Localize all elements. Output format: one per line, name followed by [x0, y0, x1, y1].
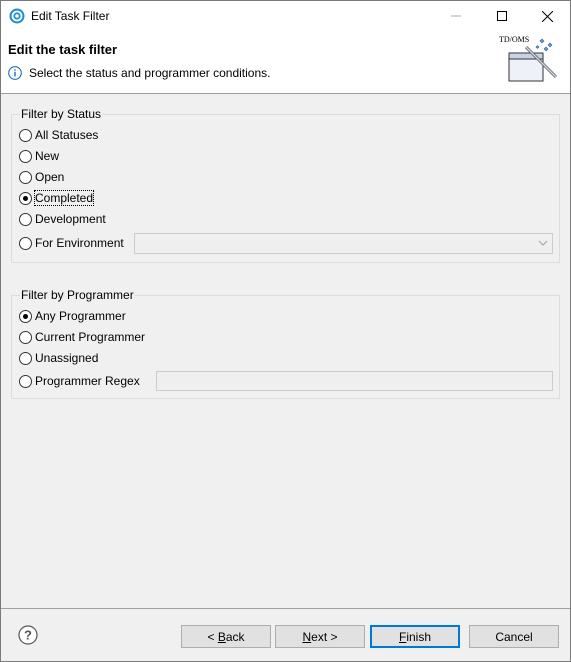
dialog-window: Edit Task Filter Edit the task filter Se…	[0, 0, 571, 662]
banner-graphic-caption: TD/OMS	[499, 35, 529, 44]
radio-button-selected[interactable]	[19, 191, 32, 205]
next-button-mnemonic: N	[302, 629, 312, 644]
radio-label: Completed	[33, 190, 95, 206]
help-icon[interactable]: ?	[18, 625, 38, 645]
radio-button[interactable]	[19, 236, 32, 250]
radio-button-selected[interactable]	[19, 309, 32, 323]
programmer-filter-group: Filter by Programmer Any Programmer Curr…	[11, 288, 560, 399]
radio-label: New	[35, 149, 60, 163]
chevron-down-icon	[538, 240, 548, 246]
radio-button[interactable]	[19, 149, 32, 163]
status-option-all[interactable]: All Statuses	[19, 127, 98, 143]
window-title: Edit Task Filter	[31, 9, 110, 23]
programmer-option-any[interactable]: Any Programmer	[19, 308, 126, 324]
finish-button[interactable]: Finish	[370, 625, 460, 648]
back-button-prefix: <	[207, 629, 218, 644]
programmer-group-label: Filter by Programmer	[20, 288, 135, 302]
maximize-button[interactable]	[479, 1, 525, 31]
status-option-completed[interactable]: Completed	[19, 190, 95, 206]
app-icon	[9, 8, 25, 24]
radio-button[interactable]	[19, 128, 32, 142]
radio-button[interactable]	[19, 374, 32, 388]
info-icon	[8, 66, 22, 80]
close-button[interactable]	[524, 1, 570, 31]
status-option-development[interactable]: Development	[19, 211, 106, 227]
wizard-header: Edit the task filter Select the status a…	[1, 31, 570, 94]
radio-label: Programmer Regex	[35, 374, 140, 388]
close-icon	[541, 10, 553, 22]
cancel-button-label: Cancel	[495, 629, 533, 644]
minimize-icon	[451, 15, 461, 17]
next-button-rest: ext >	[311, 629, 338, 644]
programmer-option-current[interactable]: Current Programmer	[19, 329, 145, 345]
radio-label: Unassigned	[35, 351, 99, 365]
next-button[interactable]: Next >	[275, 625, 365, 648]
footer-separator	[1, 608, 570, 609]
radio-button[interactable]	[19, 170, 32, 184]
environment-select[interactable]	[134, 233, 553, 254]
status-option-for-environment[interactable]: For Environment	[19, 235, 124, 251]
status-filter-group: Filter by Status All Statuses New Open C…	[11, 107, 560, 263]
status-option-open[interactable]: Open	[19, 169, 64, 185]
back-button-rest: ack	[225, 629, 245, 644]
svg-text:?: ?	[24, 628, 32, 643]
radio-button[interactable]	[19, 212, 32, 226]
maximize-icon	[497, 11, 507, 21]
minimize-button[interactable]	[433, 1, 479, 31]
radio-button[interactable]	[19, 351, 32, 365]
radio-label: Development	[35, 212, 106, 226]
status-option-new[interactable]: New	[19, 148, 59, 164]
programmer-option-unassigned[interactable]: Unassigned	[19, 350, 98, 366]
page-description: Select the status and programmer conditi…	[29, 66, 271, 80]
back-button-mnemonic: B	[217, 629, 226, 644]
title-bar[interactable]: Edit Task Filter	[1, 1, 570, 31]
radio-label: All Statuses	[35, 128, 99, 142]
finish-button-rest: inish	[406, 629, 432, 644]
programmer-option-regex[interactable]: Programmer Regex	[19, 373, 140, 389]
page-title: Edit the task filter	[8, 42, 118, 57]
programmer-regex-input[interactable]	[156, 371, 553, 391]
status-group-label: Filter by Status	[20, 107, 103, 121]
radio-label: For Environment	[35, 236, 124, 250]
radio-button[interactable]	[19, 330, 32, 344]
radio-label: Any Programmer	[35, 309, 126, 323]
wizard-banner-graphic: TD/OMS	[496, 33, 562, 89]
cancel-button[interactable]: Cancel	[469, 625, 559, 648]
back-button[interactable]: < Back	[181, 625, 271, 648]
finish-button-mnemonic: F	[398, 629, 407, 644]
radio-label: Current Programmer	[35, 330, 146, 344]
radio-label: Open	[35, 170, 65, 184]
